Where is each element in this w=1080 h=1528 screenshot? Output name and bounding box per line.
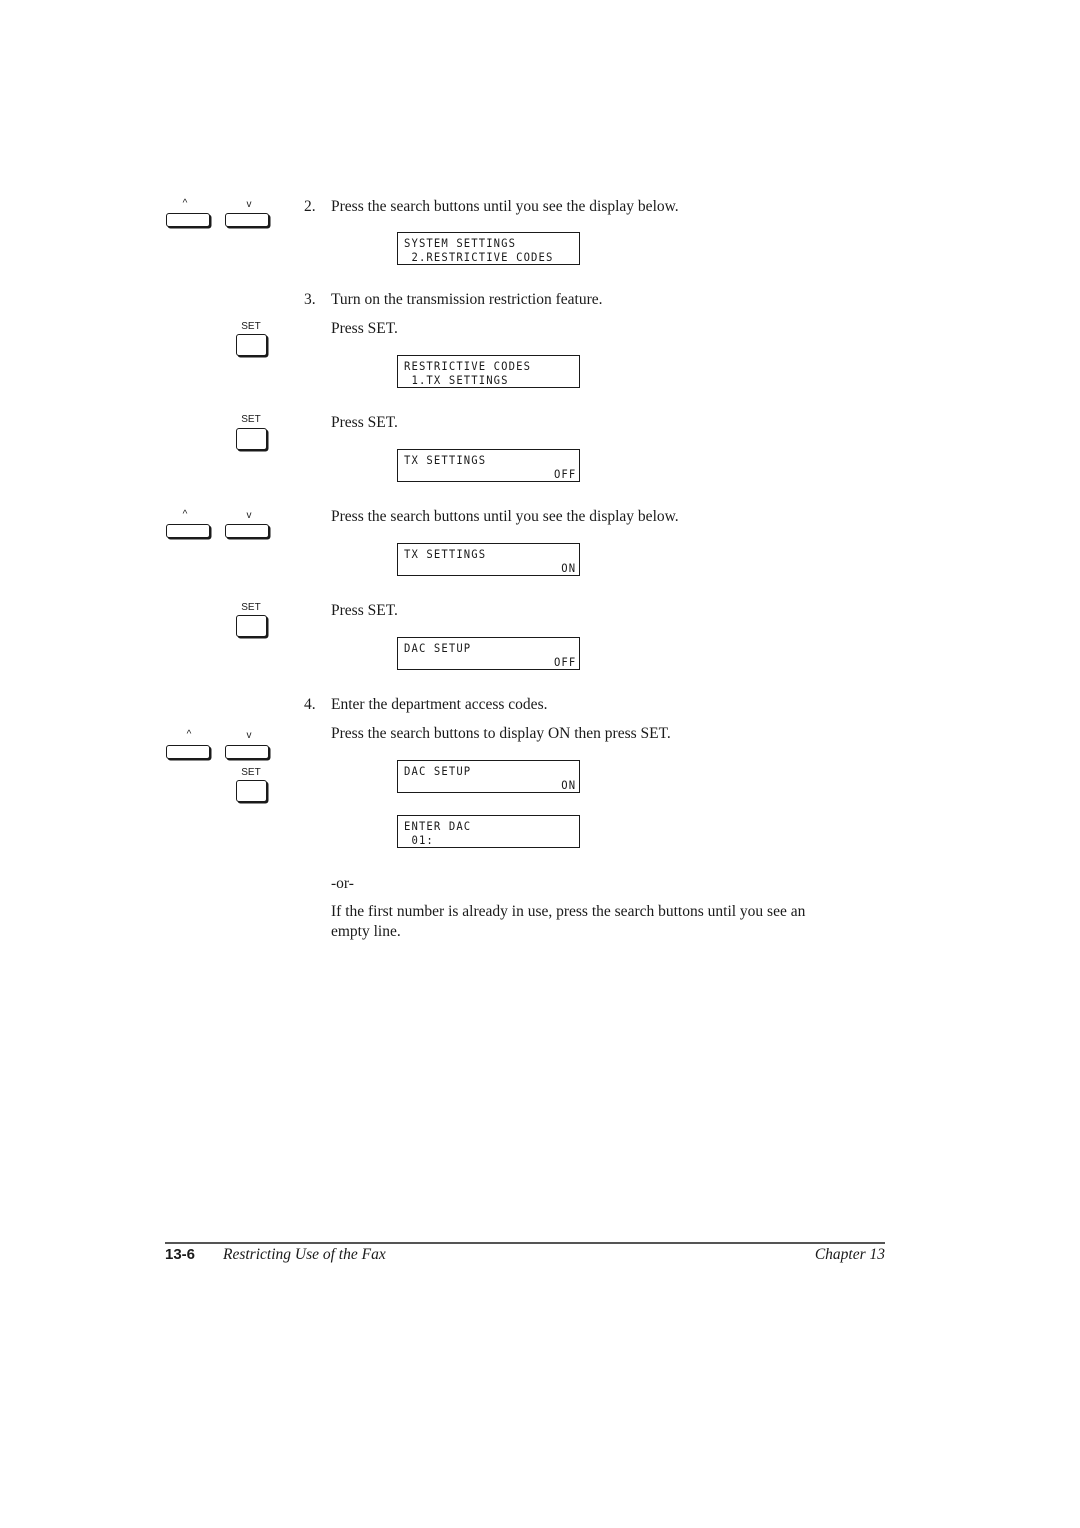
up-arrow-icon: ^: [182, 198, 188, 209]
lcd-line1: TX SETTINGS: [404, 453, 487, 467]
lcd-display: ENTER DAC 01:: [397, 815, 580, 848]
down-arrow-icon: v: [246, 199, 252, 210]
lcd-line1: TX SETTINGS: [404, 547, 487, 561]
lcd-line1: RESTRICTIVE CODES: [404, 359, 532, 373]
step-text: Press SET.: [331, 414, 398, 431]
step-text: Press the search buttons to display ON t…: [331, 725, 671, 742]
search-down-key: [225, 213, 269, 227]
step-text: Turn on the transmission restriction fea…: [331, 291, 603, 308]
set-key-label: SET: [241, 767, 261, 778]
lcd-display: SYSTEM SETTINGS 2.RESTRICTIVE CODES: [397, 232, 580, 265]
set-key: [236, 615, 267, 637]
up-arrow-icon: ^: [182, 509, 188, 520]
search-up-key: [166, 524, 210, 538]
lcd-line2-value: OFF: [553, 467, 576, 481]
set-key-label: SET: [241, 414, 261, 425]
set-key-label: SET: [241, 602, 261, 613]
search-up-key: [166, 213, 210, 227]
lcd-line2: 01:: [404, 833, 434, 847]
note-text-cont: empty line.: [331, 923, 401, 940]
set-key: [236, 428, 267, 450]
step-text: Press SET.: [331, 320, 398, 337]
lcd-line1: SYSTEM SETTINGS: [404, 236, 517, 250]
lcd-display: TX SETTINGS OFF: [397, 449, 580, 482]
step-number: 2.: [304, 198, 316, 215]
lcd-line1: DAC SETUP: [404, 764, 472, 778]
step-text: Press the search buttons until you see t…: [331, 508, 679, 525]
lcd-line2: 1.TX SETTINGS: [404, 373, 509, 387]
lcd-line1: DAC SETUP: [404, 641, 472, 655]
step-text: Press the search buttons until you see t…: [331, 198, 679, 215]
search-down-key: [225, 745, 269, 759]
chapter-label: Chapter 13: [814, 1246, 885, 1263]
lcd-line2-value: OFF: [553, 655, 576, 669]
lcd-display: DAC SETUP OFF: [397, 637, 580, 670]
note-text: If the first number is already in use, p…: [331, 903, 806, 920]
section-title: Restricting Use of the Fax: [223, 1246, 386, 1263]
lcd-line1: ENTER DAC: [404, 819, 472, 833]
lcd-display: DAC SETUP ON: [397, 760, 580, 793]
set-key: [236, 334, 267, 356]
set-key: [236, 780, 267, 802]
lcd-display: RESTRICTIVE CODES 1.TX SETTINGS: [397, 355, 580, 388]
down-arrow-icon: v: [246, 510, 252, 521]
step-text: Enter the department access codes.: [331, 696, 548, 713]
search-up-key: [166, 745, 210, 759]
step-number: 3.: [304, 291, 316, 308]
or-separator: -or-: [331, 875, 354, 892]
search-down-key: [225, 524, 269, 538]
step-number: 4.: [304, 696, 316, 713]
lcd-line2: 2.RESTRICTIVE CODES: [404, 250, 554, 264]
up-arrow-icon: ^: [186, 729, 192, 740]
page-number: 13-6: [165, 1246, 196, 1263]
down-arrow-icon: v: [246, 730, 252, 741]
step-text: Press SET.: [331, 602, 398, 619]
footer-rule: [165, 1242, 885, 1244]
lcd-line2-value: ON: [561, 778, 576, 792]
lcd-line2-value: ON: [561, 561, 576, 575]
set-key-label: SET: [241, 321, 261, 332]
lcd-display: TX SETTINGS ON: [397, 543, 580, 576]
